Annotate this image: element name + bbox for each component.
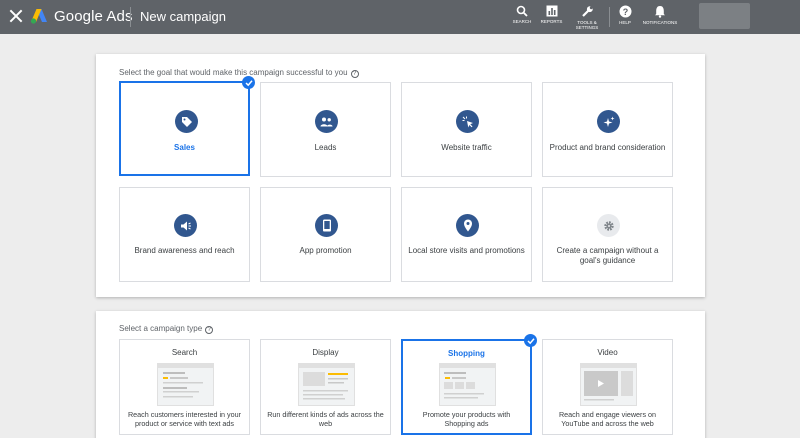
checkmark-icon (242, 76, 255, 89)
campaign-type-display[interactable]: Display Run different kinds of ads acros… (260, 339, 391, 435)
goal-label: Local store visits and promotions (408, 246, 525, 255)
goal-card-brand-awareness[interactable]: Brand awareness and reach (119, 187, 250, 282)
goal-card-website-traffic[interactable]: Website traffic (401, 82, 532, 177)
campaign-type-description: Reach and engage viewers on YouTube and … (558, 410, 657, 428)
speaker-icon (174, 214, 197, 237)
help-label: HELP (619, 20, 631, 25)
goal-card-local-store-visits[interactable]: Local store visits and promotions (401, 187, 532, 282)
reports-tool-label: REPORTS (540, 19, 563, 24)
cursor-click-icon (456, 110, 479, 133)
campaign-type-title: Display (312, 348, 339, 357)
goal-label: Leads (314, 143, 337, 152)
campaign-type-prompt: Select a campaign type? (119, 324, 214, 334)
campaign-type-description: Reach customers interested in your produ… (127, 410, 242, 428)
close-icon[interactable] (9, 9, 23, 23)
help-button[interactable]: ? HELP (615, 5, 635, 25)
reports-tool-button[interactable]: REPORTS (539, 5, 564, 24)
notifications-label: NOTIFICATIONS (642, 20, 678, 25)
goal-card-leads[interactable]: Leads (260, 82, 391, 177)
help-circle-icon[interactable]: ? (205, 326, 214, 334)
goal-label: Website traffic (441, 143, 492, 152)
account-switcher[interactable] (699, 3, 750, 29)
display-ad-preview (298, 363, 355, 406)
campaign-type-video[interactable]: Video Reach and engage viewers on YouTub… (542, 339, 673, 435)
bell-icon (655, 6, 665, 18)
campaign-type-prompt-text: Select a campaign type (119, 324, 203, 333)
campaign-type-shopping[interactable]: Shopping Promote your products with Shop… (401, 334, 537, 435)
search-tool-label: SEARCH (512, 19, 532, 24)
reports-icon (546, 5, 557, 17)
tools-settings-button[interactable]: TOOLS & SETTINGS (572, 5, 602, 30)
notifications-button[interactable]: NOTIFICATIONS (640, 5, 680, 25)
goal-card-app-promotion[interactable]: App promotion (260, 187, 391, 282)
location-pin-icon (456, 214, 479, 237)
search-icon (516, 5, 528, 17)
goal-prompt-text: Select the goal that would make this cam… (119, 68, 348, 77)
goal-prompt: Select the goal that would make this cam… (119, 68, 359, 78)
wrench-icon (581, 6, 593, 17)
search-ad-preview (157, 363, 214, 406)
goal-label: Product and brand consideration (549, 143, 666, 152)
header-divider-2 (609, 7, 610, 27)
video-ad-preview (580, 363, 637, 406)
help-circle-icon[interactable]: ? (350, 70, 359, 78)
campaign-type-panel: Select a campaign type? Search Reach cus… (96, 311, 705, 438)
goal-label: Sales (174, 143, 195, 152)
page-title: New campaign (140, 9, 226, 24)
tag-icon (175, 110, 198, 133)
people-icon (315, 110, 338, 133)
campaign-type-title: Video (597, 348, 618, 357)
campaign-type-title: Shopping (448, 349, 485, 358)
gear-icon (597, 214, 620, 237)
help-icon: ? (619, 5, 631, 18)
goal-label: Create a campaign without a goal's guida… (556, 246, 659, 265)
google-ads-logo (30, 9, 47, 24)
shopping-ad-preview (439, 363, 496, 406)
header-divider (130, 7, 131, 27)
goal-label: App promotion (299, 246, 352, 255)
campaign-type-search[interactable]: Search Reach customers interested in you… (119, 339, 250, 435)
goal-card-no-goal-guidance[interactable]: Create a campaign without a goal's guida… (542, 187, 673, 282)
campaign-type-description: Promote your products with Shopping ads (422, 410, 511, 428)
sparkle-icon (597, 110, 620, 133)
goal-card-sales[interactable]: Sales (119, 76, 255, 176)
phone-icon (315, 214, 338, 237)
goal-label: Brand awareness and reach (134, 246, 235, 255)
tools-settings-label: TOOLS & SETTINGS (575, 20, 599, 30)
svg-text:?: ? (622, 7, 628, 17)
brand-name: Google Ads (54, 8, 133, 25)
campaign-type-description: Run different kinds of ads across the we… (267, 410, 384, 428)
goal-selection-panel: Select the goal that would make this cam… (96, 54, 705, 297)
goal-card-product-brand-consideration[interactable]: Product and brand consideration (542, 82, 673, 177)
campaign-type-title: Search (171, 348, 198, 357)
search-tool-button[interactable]: SEARCH (511, 5, 533, 24)
checkmark-icon (524, 334, 537, 347)
top-app-bar: Google Ads New campaign SEARCH REPORTS T… (0, 0, 800, 34)
